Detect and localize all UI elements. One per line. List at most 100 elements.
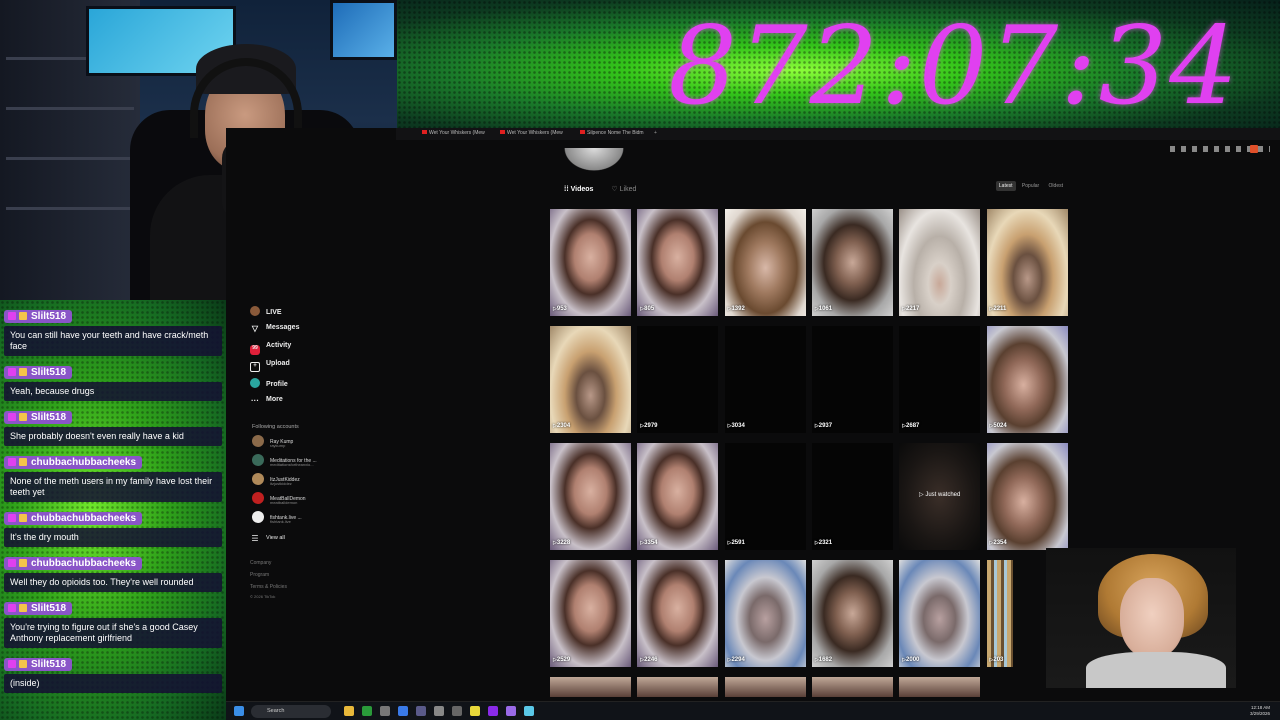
chat-username[interactable]: Slilt518: [4, 411, 73, 424]
copyright: © 2026 TikTok: [250, 594, 276, 599]
taskbar-search[interactable]: Search: [251, 705, 331, 718]
video-thumbnail[interactable]: 3034: [724, 326, 806, 433]
view-all-link[interactable]: ☰ View all: [250, 534, 284, 544]
new-tab-icon[interactable]: +: [654, 130, 657, 139]
chat-username[interactable]: Slilt518: [4, 602, 73, 615]
video-thumbnail[interactable]: 3228: [550, 443, 631, 550]
video-thumbnail[interactable]: [637, 677, 719, 697]
video-thumbnail[interactable]: ▷ Just watched: [899, 443, 981, 550]
chat-username[interactable]: Slilt518: [4, 310, 73, 323]
app-icon[interactable]: [470, 706, 480, 716]
footer-link[interactable]: Company: [250, 560, 271, 566]
video-thumbnail[interactable]: 2000: [899, 560, 981, 667]
stream-layout: 872:07:34 Slilt518 You can still have you…: [0, 0, 1280, 720]
browser-tab[interactable]: Wet Your Whiskers (Mew: [500, 130, 563, 139]
chat-username[interactable]: chubbachubbacheeks: [4, 456, 143, 469]
following-account[interactable]: fishtank.live ... fishtank.live: [252, 511, 302, 529]
bits-badge-icon: [19, 413, 27, 421]
following-account[interactable]: Ray Kump raykump: [252, 435, 293, 453]
nav-upload[interactable]: + Upload: [250, 360, 290, 372]
sort-oldest[interactable]: Oldest: [1046, 181, 1066, 191]
chat-username[interactable]: Slilt518: [4, 658, 73, 671]
nav-live[interactable]: LIVE: [250, 306, 282, 316]
app-icon[interactable]: [524, 706, 534, 716]
chat-username[interactable]: chubbachubbacheeks: [4, 512, 143, 525]
video-thumbnail[interactable]: 2321: [811, 443, 893, 550]
view-count: 2687: [902, 423, 919, 429]
video-thumbnail[interactable]: 2979: [637, 326, 719, 433]
app-icon[interactable]: [488, 706, 498, 716]
video-thumbnail[interactable]: 2937: [811, 326, 893, 433]
app-icon[interactable]: [380, 706, 390, 716]
nav-activity[interactable]: 99 Activity: [250, 342, 291, 355]
video-thumbnail[interactable]: 5024: [986, 326, 1068, 433]
video-thumbnail[interactable]: 2304: [550, 326, 631, 433]
video-thumbnail[interactable]: 2211: [986, 209, 1068, 316]
video-thumbnail[interactable]: 2217: [899, 209, 981, 316]
view-count: 2000: [902, 657, 919, 663]
tab-liked[interactable]: ♡ Liked: [611, 186, 636, 193]
video-thumbnail[interactable]: 2529: [550, 560, 631, 667]
app-icon[interactable]: [452, 706, 462, 716]
chat-message: Slilt518 You're trying to figure out if s…: [4, 592, 222, 648]
following-account[interactable]: MeatBallDemon meatballdemon: [252, 492, 306, 510]
browser-tab[interactable]: Wet Your Whiskers (Mew: [422, 130, 485, 139]
video-thumbnail[interactable]: 2354: [986, 443, 1068, 550]
following-account[interactable]: ItzJustKiddez itzjustkiddez: [252, 473, 300, 491]
youtube-icon: [422, 130, 427, 134]
extension-icon[interactable]: [1250, 145, 1258, 153]
video-thumbnail[interactable]: 2294: [724, 560, 806, 667]
tab-videos[interactable]: ⁞⁞ Videos: [564, 186, 593, 193]
chat-username[interactable]: chubbachubbacheeks: [4, 557, 143, 570]
app-icon[interactable]: [506, 706, 516, 716]
video-grid: 953 805 1392 1061 2217 2211 2304 2979 3034 2937 26…: [550, 209, 1070, 701]
video-thumbnail[interactable]: 805: [637, 209, 719, 316]
thumbnail-image: [637, 560, 719, 667]
video-thumbnail[interactable]: 203: [986, 560, 1013, 667]
video-thumbnail[interactable]: [899, 677, 981, 697]
footer-link[interactable]: Program: [250, 572, 269, 578]
video-thumbnail[interactable]: 2591: [724, 443, 806, 550]
video-thumbnail[interactable]: [724, 677, 806, 697]
video-thumbnail[interactable]: 2246: [637, 560, 719, 667]
app-icon[interactable]: [398, 706, 408, 716]
video-thumbnail[interactable]: 2687: [899, 326, 981, 433]
video-thumbnail[interactable]: 1061: [811, 209, 893, 316]
start-icon[interactable]: [234, 706, 244, 716]
video-thumbnail[interactable]: 3354: [637, 443, 719, 550]
chat-panel: Slilt518 You can still have your teeth an…: [0, 300, 226, 720]
heart-icon: ♡: [611, 186, 620, 193]
view-count: 953: [553, 306, 567, 312]
sort-latest[interactable]: Latest: [995, 181, 1016, 191]
steam-icon[interactable]: [416, 706, 426, 716]
footer-link[interactable]: Terms & Policies: [250, 584, 287, 590]
folder-icon[interactable]: [344, 706, 354, 716]
address-bar[interactable]: [396, 140, 1280, 160]
nav-more[interactable]: ··· More: [250, 396, 283, 406]
video-thumbnail[interactable]: [550, 677, 631, 697]
thumbnail-image: [724, 677, 806, 697]
chat-text: (inside): [4, 674, 222, 693]
following-account[interactable]: Meditations for the ... meditationsforthe…: [252, 454, 317, 472]
list-icon: ☰: [251, 534, 259, 543]
profile-avatar[interactable]: [560, 148, 628, 174]
nav-messages[interactable]: ▽ Messages: [250, 324, 300, 334]
video-thumbnail[interactable]: 1682: [811, 560, 893, 667]
video-thumbnail[interactable]: 953: [550, 209, 631, 316]
video-thumbnail[interactable]: [811, 677, 893, 697]
thumbnail-image: [986, 326, 1068, 433]
grid-icon: ⁞⁞: [564, 186, 571, 193]
thumbnail-image: [811, 443, 893, 550]
browser-tab[interactable]: Silpence Nome The Bidm: [580, 130, 644, 139]
chat-username[interactable]: Slilt518: [4, 366, 73, 379]
background-monitor: [330, 0, 397, 60]
view-count: 2321: [815, 540, 832, 546]
nav-profile[interactable]: Profile: [250, 378, 288, 388]
view-count: 1061: [815, 306, 832, 312]
sort-popular[interactable]: Popular: [1019, 181, 1042, 191]
app-icon[interactable]: [434, 706, 444, 716]
video-thumbnail[interactable]: 1392: [724, 209, 806, 316]
xbox-icon[interactable]: [362, 706, 372, 716]
bits-badge-icon: [19, 559, 27, 567]
chat-text: Yeah, because drugs: [4, 382, 222, 401]
